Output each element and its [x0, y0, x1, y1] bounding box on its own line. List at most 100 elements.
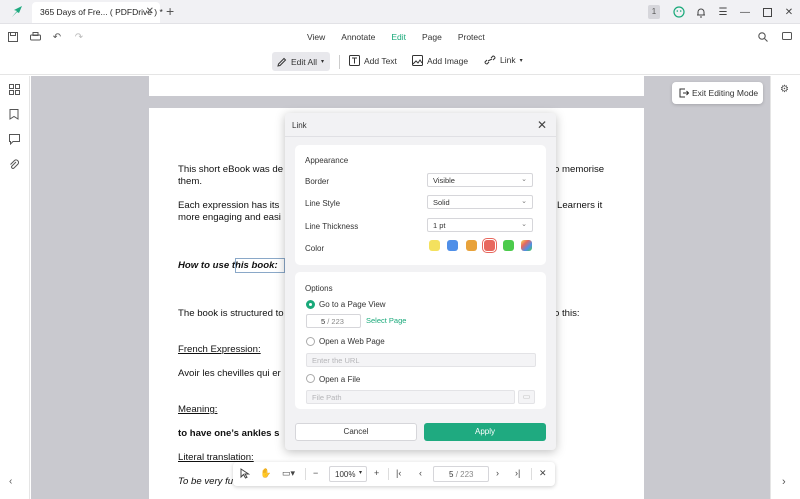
bookmark-icon[interactable] — [9, 109, 21, 121]
tab-view[interactable]: View — [299, 32, 333, 42]
doc-line[interactable]: To be very fu — [178, 476, 233, 488]
doc-line[interactable]: The book is structured to — [178, 308, 284, 320]
border-select[interactable]: Visible ⌄ — [427, 173, 533, 187]
exit-icon — [679, 88, 689, 98]
add-image-button[interactable]: Add Image — [412, 55, 468, 66]
color-swatch-yellow[interactable] — [429, 240, 440, 251]
select-tool-icon[interactable] — [240, 468, 251, 481]
edit-all-button[interactable]: Edit All ▾ — [272, 52, 330, 71]
line-thickness-select[interactable]: 1 pt ⌄ — [427, 218, 533, 232]
doc-line[interactable]: them. — [178, 176, 202, 188]
bar-divider — [305, 468, 306, 480]
custom-color-icon[interactable] — [521, 240, 532, 251]
comment-icon[interactable] — [9, 134, 21, 146]
exit-editing-mode-button[interactable]: Exit Editing Mode — [672, 82, 763, 104]
zoom-in-icon[interactable]: + — [374, 468, 379, 478]
close-bar-icon[interactable]: ✕ — [539, 468, 547, 479]
doc-line[interactable]: This short eBook was de — [178, 164, 283, 176]
doc-line[interactable]: Avoir les chevilles qui er — [178, 368, 281, 380]
url-placeholder: Enter the URL — [312, 356, 360, 365]
hamburger-menu-icon[interactable]: ☰ — [712, 0, 734, 24]
pencil-icon — [277, 57, 287, 67]
add-text-button[interactable]: Add Text — [349, 55, 397, 66]
minimize-icon[interactable]: — — [734, 0, 756, 24]
color-swatch-orange[interactable] — [466, 240, 477, 251]
zoom-out-icon[interactable]: − — [313, 468, 318, 478]
message-icon[interactable] — [780, 30, 794, 44]
color-label: Color — [305, 244, 325, 253]
attachment-icon[interactable] — [9, 159, 21, 171]
page-number-field[interactable]: 5 / 223 — [433, 466, 489, 482]
redo-icon[interactable]: ↷ — [72, 30, 86, 44]
image-icon — [412, 55, 423, 66]
zoom-select[interactable]: 100% ▾ — [329, 466, 367, 482]
url-input[interactable]: Enter the URL — [306, 353, 536, 367]
chevron-down-icon: ▾ — [519, 57, 523, 64]
options-heading: Options — [305, 284, 333, 293]
tab-annotate[interactable]: Annotate — [333, 32, 383, 42]
first-page-icon[interactable]: |‹ — [396, 468, 401, 478]
hand-tool-icon[interactable]: ✋ — [260, 468, 271, 479]
select-page-link[interactable]: Select Page — [366, 316, 406, 325]
collapse-right-icon[interactable]: › — [782, 476, 786, 488]
doc-line-fragment[interactable]: o memorise — [554, 164, 604, 176]
tab-protect[interactable]: Protect — [450, 32, 493, 42]
add-text-label: Add Text — [364, 55, 397, 66]
open-file-radio[interactable] — [306, 374, 315, 383]
close-tab-icon[interactable]: ✕ — [146, 6, 154, 17]
doc-line[interactable]: Each expression has its — [178, 200, 279, 212]
link-selection-box[interactable] — [235, 258, 285, 273]
notification-count-badge[interactable]: 1 — [648, 5, 660, 19]
line-style-select[interactable]: Solid ⌄ — [427, 195, 533, 209]
bar-divider — [388, 468, 389, 480]
color-swatch-green[interactable] — [503, 240, 514, 251]
toolbar-divider — [339, 55, 340, 69]
color-swatch-red[interactable] — [482, 238, 497, 253]
cancel-button[interactable]: Cancel — [295, 423, 417, 441]
link-button[interactable]: Link ▾ — [484, 55, 523, 65]
print-icon[interactable] — [28, 30, 42, 44]
edit-toolbar: Edit All ▾ Add Text Add Image Link ▾ — [0, 50, 800, 75]
right-sidebar: ⚙ › — [770, 76, 800, 499]
thumbnails-icon[interactable] — [9, 84, 21, 96]
file-path-input[interactable]: File Path — [306, 390, 515, 404]
undo-icon[interactable]: ↶ — [50, 30, 64, 44]
chevron-down-icon: ⌄ — [521, 221, 527, 228]
page-navigation-bar: ✋ ▭▾ − 100% ▾ + |‹ ‹ 5 / 223 › ›| ✕ — [233, 462, 555, 486]
save-icon[interactable] — [6, 30, 20, 44]
chevron-down-icon: ▾ — [321, 59, 325, 65]
color-swatch-blue[interactable] — [447, 240, 458, 251]
left-sidebar: ‹ — [0, 76, 30, 499]
tab-page[interactable]: Page — [414, 32, 450, 42]
previous-page-icon[interactable]: ‹ — [419, 468, 422, 478]
open-web-radio[interactable] — [306, 337, 315, 346]
tab-edit[interactable]: Edit — [383, 32, 414, 42]
goto-page-radio[interactable] — [306, 300, 315, 309]
document-tab[interactable]: 365 Days of Fre... ( PDFDrive ) * ✕ — [32, 2, 163, 23]
collapse-left-icon[interactable]: ‹ — [9, 476, 21, 488]
close-dialog-icon[interactable]: ✕ — [537, 118, 547, 132]
assistant-icon[interactable] — [668, 0, 690, 24]
link-dialog: Link ✕ Appearance Border Visible ⌄ Line … — [285, 113, 556, 450]
close-window-icon[interactable]: ✕ — [778, 0, 800, 24]
properties-icon[interactable]: ⚙ — [780, 84, 789, 95]
doc-line[interactable]: more engaging and easi — [178, 212, 281, 224]
bell-icon[interactable] — [690, 0, 712, 24]
apply-button[interactable]: Apply — [424, 423, 546, 441]
page-current: 5 — [321, 317, 326, 326]
maximize-icon[interactable] — [756, 0, 778, 24]
previous-page — [149, 76, 644, 96]
last-page-icon[interactable]: ›| — [515, 468, 520, 478]
document-tab-title: 365 Days of Fre... ( PDFDrive ) * — [40, 7, 163, 17]
doc-subheading[interactable]: French Expression: — [178, 344, 261, 356]
doc-line-fragment[interactable]: o this: — [554, 308, 580, 320]
doc-line-fragment[interactable]: Learners it — [557, 200, 602, 212]
doc-subheading[interactable]: Meaning: — [178, 404, 217, 416]
search-icon[interactable] — [756, 30, 770, 44]
view-mode-icon[interactable]: ▭▾ — [282, 468, 295, 479]
next-page-icon[interactable]: › — [496, 468, 499, 478]
folder-icon[interactable]: ▭ — [518, 390, 535, 404]
new-tab-icon[interactable]: + — [166, 3, 174, 19]
page-number-input[interactable]: 5 / 223 — [306, 314, 361, 328]
doc-line[interactable]: to have one’s ankles s — [178, 428, 280, 440]
